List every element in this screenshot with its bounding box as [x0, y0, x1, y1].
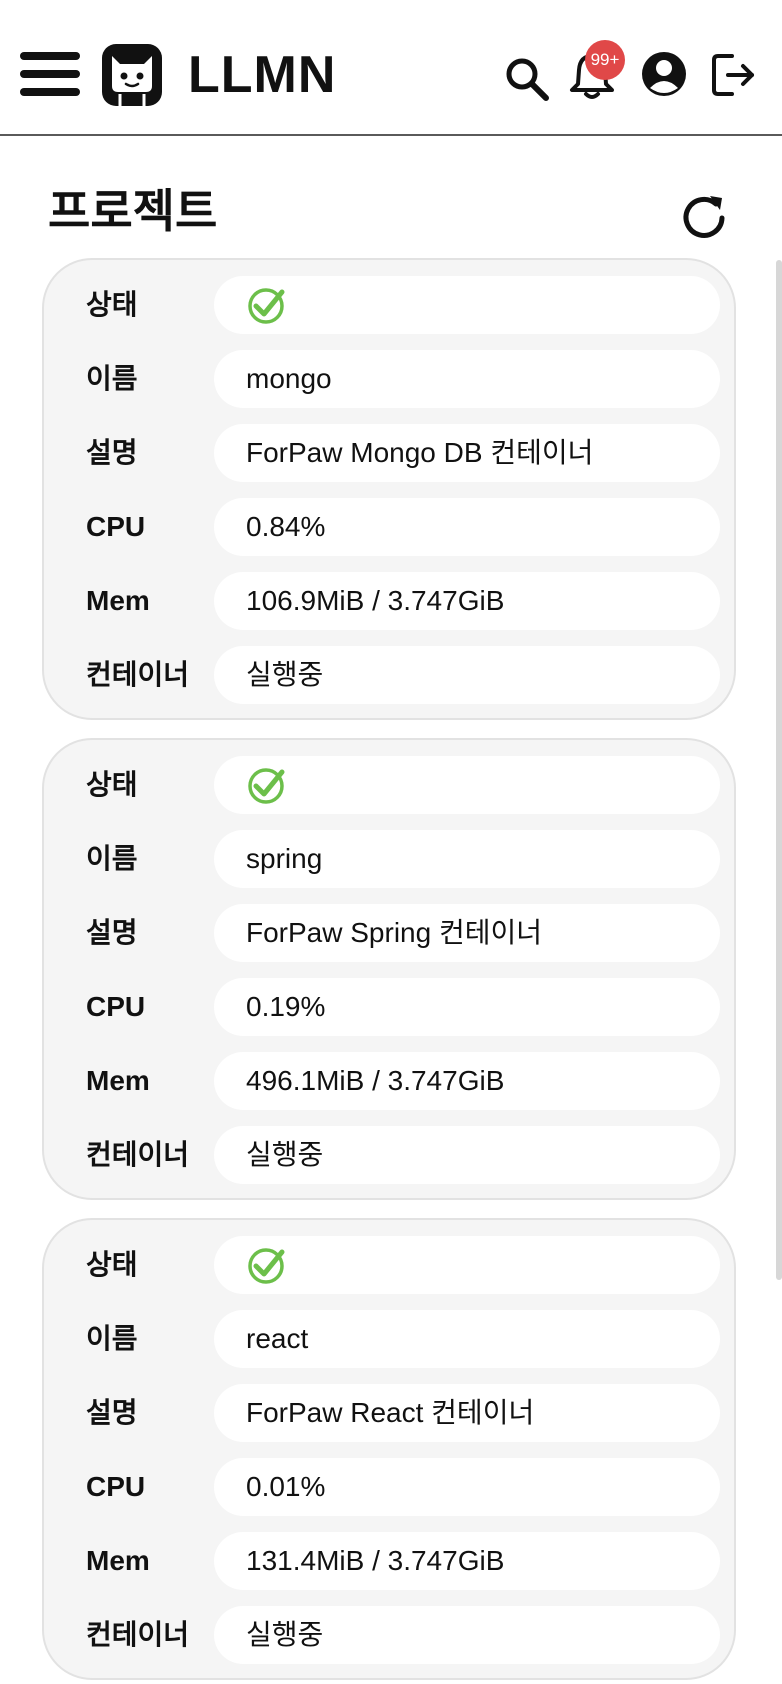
- description-row: 설명 ForPaw Spring 컨테이너: [44, 904, 720, 962]
- name-label: 이름: [86, 843, 138, 874]
- project-card: 상태 이름 mongo 설명 ForPaw Mongo DB 컨테이너 CPU …: [42, 258, 736, 720]
- name-row: 이름 react: [44, 1310, 720, 1368]
- description-label: 설명: [86, 1397, 138, 1428]
- name-row: 이름 mongo: [44, 350, 720, 408]
- status-row: 상태: [44, 276, 720, 334]
- app-title[interactable]: LLMN: [188, 44, 336, 106]
- mem-label: Mem: [86, 1065, 150, 1096]
- mem-value: 496.1MiB / 3.747GiB: [214, 1052, 720, 1110]
- description-label: 설명: [86, 437, 138, 468]
- app-root: LLMN 99+ 프로젝트 상태 이름 mongo 설명 ForPaw Mong…: [0, 0, 782, 1684]
- hamburger-menu-icon[interactable]: [20, 52, 80, 96]
- container-row: 컨테이너 실행중: [44, 646, 720, 704]
- project-list: 상태 이름 mongo 설명 ForPaw Mongo DB 컨테이너 CPU …: [42, 258, 736, 1684]
- container-value: 실행중: [214, 646, 720, 704]
- check-circle-icon: [248, 768, 285, 804]
- project-card: 상태 이름 spring 설명 ForPaw Spring 컨테이너 CPU 0…: [42, 738, 736, 1200]
- page-title: 프로젝트: [48, 184, 218, 238]
- status-value: [214, 276, 720, 334]
- container-label: 컨테이너: [86, 659, 190, 690]
- scrollbar[interactable]: [776, 260, 782, 1280]
- refresh-icon[interactable]: [678, 192, 730, 244]
- name-row: 이름 spring: [44, 830, 720, 888]
- check-circle-icon: [248, 1248, 285, 1284]
- cpu-value: 0.19%: [214, 978, 720, 1036]
- cpu-label: CPU: [86, 991, 146, 1022]
- status-label: 상태: [86, 289, 138, 320]
- container-label: 컨테이너: [86, 1619, 190, 1650]
- description-value: ForPaw Mongo DB 컨테이너: [214, 424, 720, 482]
- container-row: 컨테이너 실행중: [44, 1126, 720, 1184]
- notification-badge[interactable]: 99+: [585, 40, 625, 80]
- logout-icon[interactable]: [710, 52, 756, 98]
- description-row: 설명 ForPaw React 컨테이너: [44, 1384, 720, 1442]
- cpu-value: 0.01%: [214, 1458, 720, 1516]
- cpu-row: CPU 0.84%: [44, 498, 720, 556]
- mem-value: 131.4MiB / 3.747GiB: [214, 1532, 720, 1590]
- mem-label: Mem: [86, 1545, 150, 1576]
- cpu-label: CPU: [86, 1471, 146, 1502]
- mem-row: Mem 496.1MiB / 3.747GiB: [44, 1052, 720, 1110]
- mem-label: Mem: [86, 585, 150, 616]
- status-label: 상태: [86, 769, 138, 800]
- user-icon[interactable]: [640, 50, 688, 98]
- status-value: [214, 1236, 720, 1294]
- container-value: 실행중: [214, 1126, 720, 1184]
- container-label: 컨테이너: [86, 1139, 190, 1170]
- description-label: 설명: [86, 917, 138, 948]
- check-circle-icon: [248, 288, 285, 324]
- name-label: 이름: [86, 363, 138, 394]
- status-row: 상태: [44, 756, 720, 814]
- name-label: 이름: [86, 1323, 138, 1354]
- top-header: LLMN 99+: [0, 0, 782, 136]
- cpu-label: CPU: [86, 511, 146, 542]
- name-value: spring: [214, 830, 720, 888]
- status-value: [214, 756, 720, 814]
- name-value: react: [214, 1310, 720, 1368]
- mem-row: Mem 131.4MiB / 3.747GiB: [44, 1532, 720, 1590]
- mem-value: 106.9MiB / 3.747GiB: [214, 572, 720, 630]
- description-value: ForPaw Spring 컨테이너: [214, 904, 720, 962]
- container-value: 실행중: [214, 1606, 720, 1664]
- status-label: 상태: [86, 1249, 138, 1280]
- description-row: 설명 ForPaw Mongo DB 컨테이너: [44, 424, 720, 482]
- cpu-row: CPU 0.01%: [44, 1458, 720, 1516]
- description-value: ForPaw React 컨테이너: [214, 1384, 720, 1442]
- cpu-value: 0.84%: [214, 498, 720, 556]
- project-card: 상태 이름 react 설명 ForPaw React 컨테이너 CPU 0.0…: [42, 1218, 736, 1680]
- container-row: 컨테이너 실행중: [44, 1606, 720, 1664]
- mem-row: Mem 106.9MiB / 3.747GiB: [44, 572, 720, 630]
- cat-logo-icon[interactable]: [100, 42, 164, 108]
- cpu-row: CPU 0.19%: [44, 978, 720, 1036]
- search-icon[interactable]: [504, 56, 550, 102]
- name-value: mongo: [214, 350, 720, 408]
- status-row: 상태: [44, 1236, 720, 1294]
